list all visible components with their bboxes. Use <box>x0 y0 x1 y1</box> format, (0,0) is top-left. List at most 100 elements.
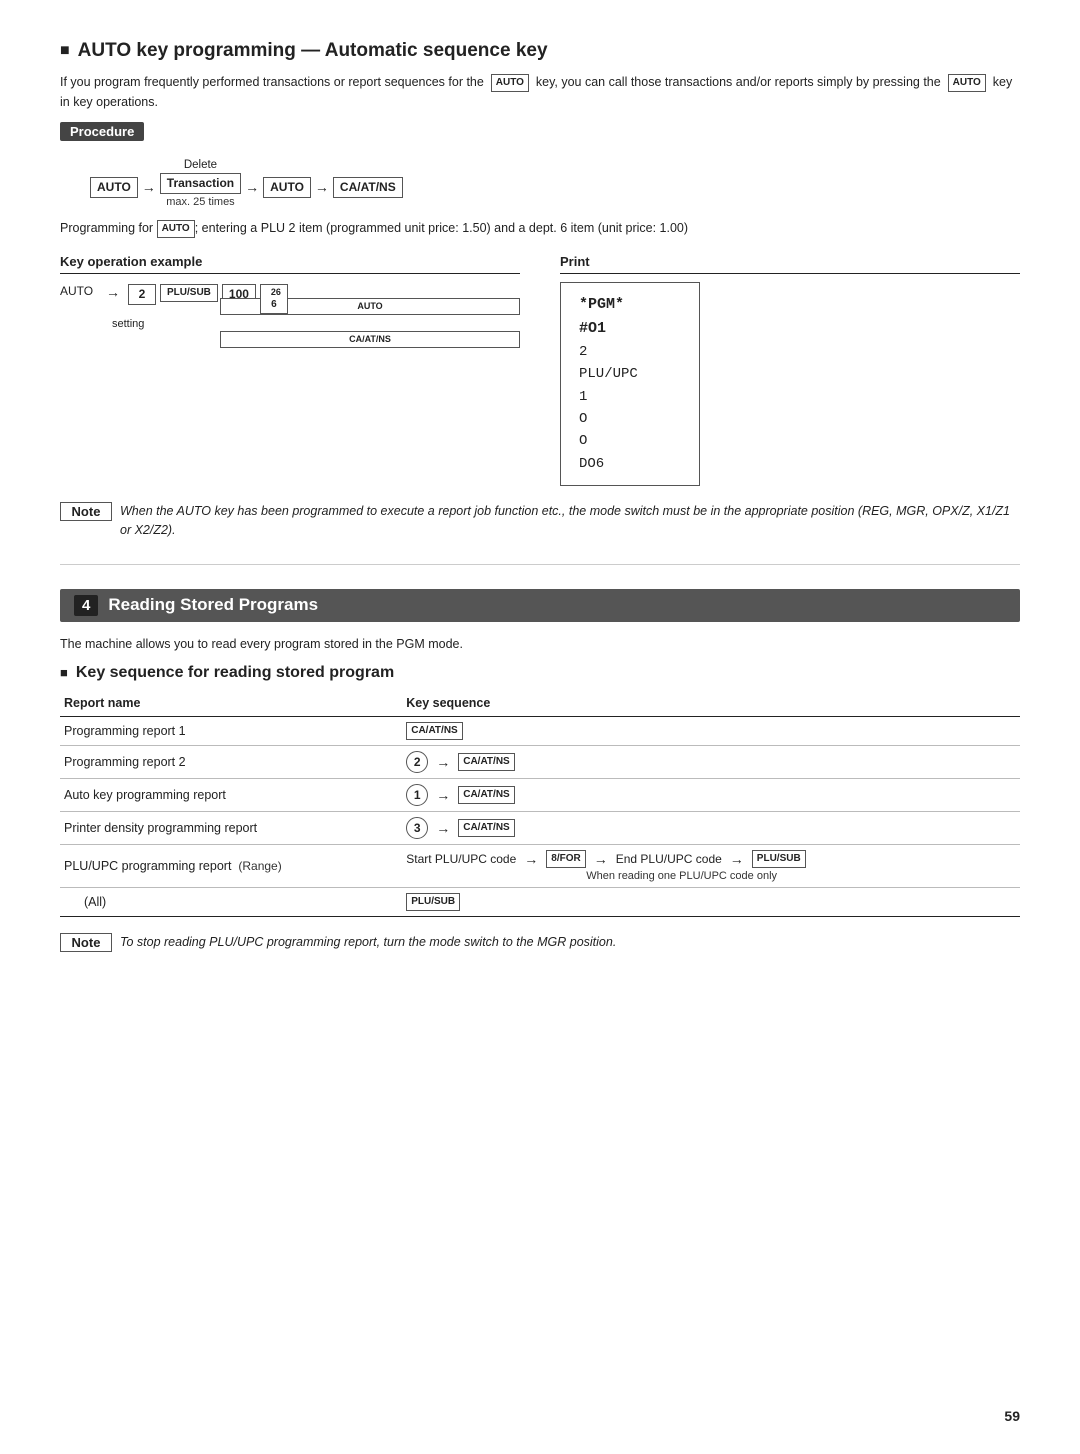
key-seq-4: 3 → CA/AT/NS <box>402 811 1020 844</box>
print-l2: PLU/UPC <box>579 363 681 385</box>
auto-step-arrow: → <box>106 284 120 300</box>
proc-auto-key2: AUTO <box>263 159 311 198</box>
page-number: 59 <box>1004 1408 1020 1424</box>
auto-note-label: Note <box>60 502 112 521</box>
key-caatns-1: CA/AT/NS <box>406 722 462 740</box>
col-key-seq: Key sequence <box>402 692 1020 717</box>
key-caatns-2: CA/AT/NS <box>458 753 514 771</box>
programming-note: Programming for AUTO; entering a PLU 2 i… <box>60 218 1020 238</box>
key-seq-3: 1 → CA/AT/NS <box>402 778 1020 811</box>
print-header: Print <box>560 254 1020 274</box>
auto-key-desc: If you program frequently performed tran… <box>60 72 1020 112</box>
print-hash: #O1 <box>579 317 681 341</box>
range-label: (Range) <box>238 859 281 873</box>
table-row: (All) PLU/SUB <box>60 887 1020 916</box>
key-op-header: Key operation example <box>60 254 520 274</box>
circle-2: 2 <box>406 751 428 773</box>
all-label: (All) <box>84 895 106 909</box>
section4-header: 4 Reading Stored Programs <box>60 589 1020 622</box>
auto-step-label: AUTO <box>60 284 98 298</box>
auto-key-inline: AUTO <box>491 74 529 92</box>
section4-note-text: To stop reading PLU/UPC programming repo… <box>120 933 616 952</box>
arrow-icon-3: → <box>315 179 329 195</box>
table-row: PLU/UPC programming report (Range) Start… <box>60 844 1020 887</box>
arrow-icon-2: → <box>245 179 259 195</box>
rfgr-key: 8/FOR <box>546 850 585 868</box>
plu-sub-key: PLU/SUB <box>752 850 806 868</box>
col-report-name: Report name <box>60 692 402 717</box>
table-row: Auto key programming report 1 → CA/AT/NS <box>60 778 1020 811</box>
report-name-2: Programming report 2 <box>60 745 402 778</box>
proc-caatns: CA/AT/NS <box>333 159 403 198</box>
one-plu-note: When reading one PLU/UPC code only <box>586 870 1016 882</box>
end-label: End PLU/UPC code <box>616 852 722 866</box>
key-seq-6: PLU/SUB <box>402 887 1020 916</box>
procedure-area: Procedure AUTO → Delete Transaction max.… <box>60 122 1020 208</box>
section4-num: 4 <box>74 595 98 616</box>
print-l5: O <box>579 430 681 452</box>
start-label: Start PLU/UPC code <box>406 852 516 866</box>
print-l3: 1 <box>579 386 681 408</box>
proc-arrow3: → <box>311 179 333 195</box>
section4-desc: The machine allows you to read every pro… <box>60 634 1020 654</box>
table-row: Programming report 2 2 → CA/AT/NS <box>60 745 1020 778</box>
proc-auto-box2: AUTO <box>263 177 311 198</box>
section4-note: Note To stop reading PLU/UPC programming… <box>60 933 1020 952</box>
key-caatns-3: CA/AT/NS <box>458 786 514 804</box>
circle-3: 3 <box>406 817 428 839</box>
section4-sub-title: Key sequence for reading stored program <box>60 664 1020 682</box>
print-box: *PGM* #O1 2 PLU/UPC 1 O O DO6 <box>560 282 700 486</box>
key-seq-1: CA/AT/NS <box>402 716 1020 745</box>
proc-arrow1: → <box>138 179 160 195</box>
auto-key-title: AUTO key programming — Automatic sequenc… <box>60 40 1020 62</box>
max-label: max. 25 times <box>166 196 234 208</box>
auto-note: Note When the AUTO key has been programm… <box>60 502 1020 540</box>
report-name-3: Auto key programming report <box>60 778 402 811</box>
auto-key-section: AUTO key programming — Automatic sequenc… <box>60 40 1020 540</box>
circle-1: 1 <box>406 784 428 806</box>
print-l6: DO6 <box>579 453 681 475</box>
report-name-1: Programming report 1 <box>60 716 402 745</box>
arrow-icon-1: → <box>142 179 156 195</box>
table-row: Printer density programming report 3 → C… <box>60 811 1020 844</box>
section4-note-label: Note <box>60 933 112 952</box>
print-col: Print *PGM* #O1 2 PLU/UPC 1 O O DO6 <box>560 254 1020 486</box>
sup-26: 26 <box>267 286 281 299</box>
proc-auto-box: AUTO <box>90 177 138 198</box>
step-6-box: 26 6 <box>260 284 288 315</box>
arrow-4: → <box>436 820 450 836</box>
report-table: Report name Key sequence Programming rep… <box>60 692 1020 917</box>
arrow-3: → <box>436 787 450 803</box>
table-row: Programming report 1 CA/AT/NS <box>60 716 1020 745</box>
proc-caatns-box: CA/AT/NS <box>333 177 403 198</box>
procedure-diagram: AUTO → Delete Transaction max. 25 times … <box>90 159 1020 208</box>
procedure-label: Procedure <box>60 122 144 141</box>
arrow-2: → <box>436 754 450 770</box>
arrow-5: → <box>524 851 538 867</box>
auto-key-note-inline: AUTO <box>157 220 195 238</box>
report-name-4: Printer density programming report <box>60 811 402 844</box>
section4-title: Reading Stored Programs <box>108 595 318 615</box>
step-two-box: 2 <box>128 284 156 305</box>
print-pgm: *PGM* <box>579 293 681 317</box>
step-plu-sub-box: PLU/SUB <box>160 284 218 302</box>
arrow-7: → <box>730 851 744 867</box>
section4-area: 4 Reading Stored Programs The machine al… <box>60 589 1020 952</box>
auto-note-text: When the AUTO key has been programmed to… <box>120 502 1020 540</box>
delete-label: Delete <box>184 159 217 171</box>
report-name-6: (All) <box>60 887 402 916</box>
step-caatns-box: CA/AT/NS <box>220 331 520 348</box>
key-seq-2: 2 → CA/AT/NS <box>402 745 1020 778</box>
auto-key-inline2: AUTO <box>948 74 986 92</box>
proc-transaction-box: Transaction <box>160 173 241 194</box>
setting-label: setting <box>112 318 144 330</box>
report-name-5: PLU/UPC programming report (Range) <box>60 844 402 887</box>
arrow-6: → <box>594 851 608 867</box>
proc-transaction-wrapper: Delete Transaction max. 25 times <box>160 159 241 208</box>
section-divider <box>60 564 1020 565</box>
key-seq-5: Start PLU/UPC code → 8/FOR → End PLU/UPC… <box>402 844 1020 887</box>
plu-sub-all-key: PLU/SUB <box>406 893 460 911</box>
proc-arrow2: → <box>241 179 263 195</box>
print-l1: 2 <box>579 341 681 363</box>
example-area: Key operation example AUTO → 2 PLU/SUB 1… <box>60 254 1020 486</box>
